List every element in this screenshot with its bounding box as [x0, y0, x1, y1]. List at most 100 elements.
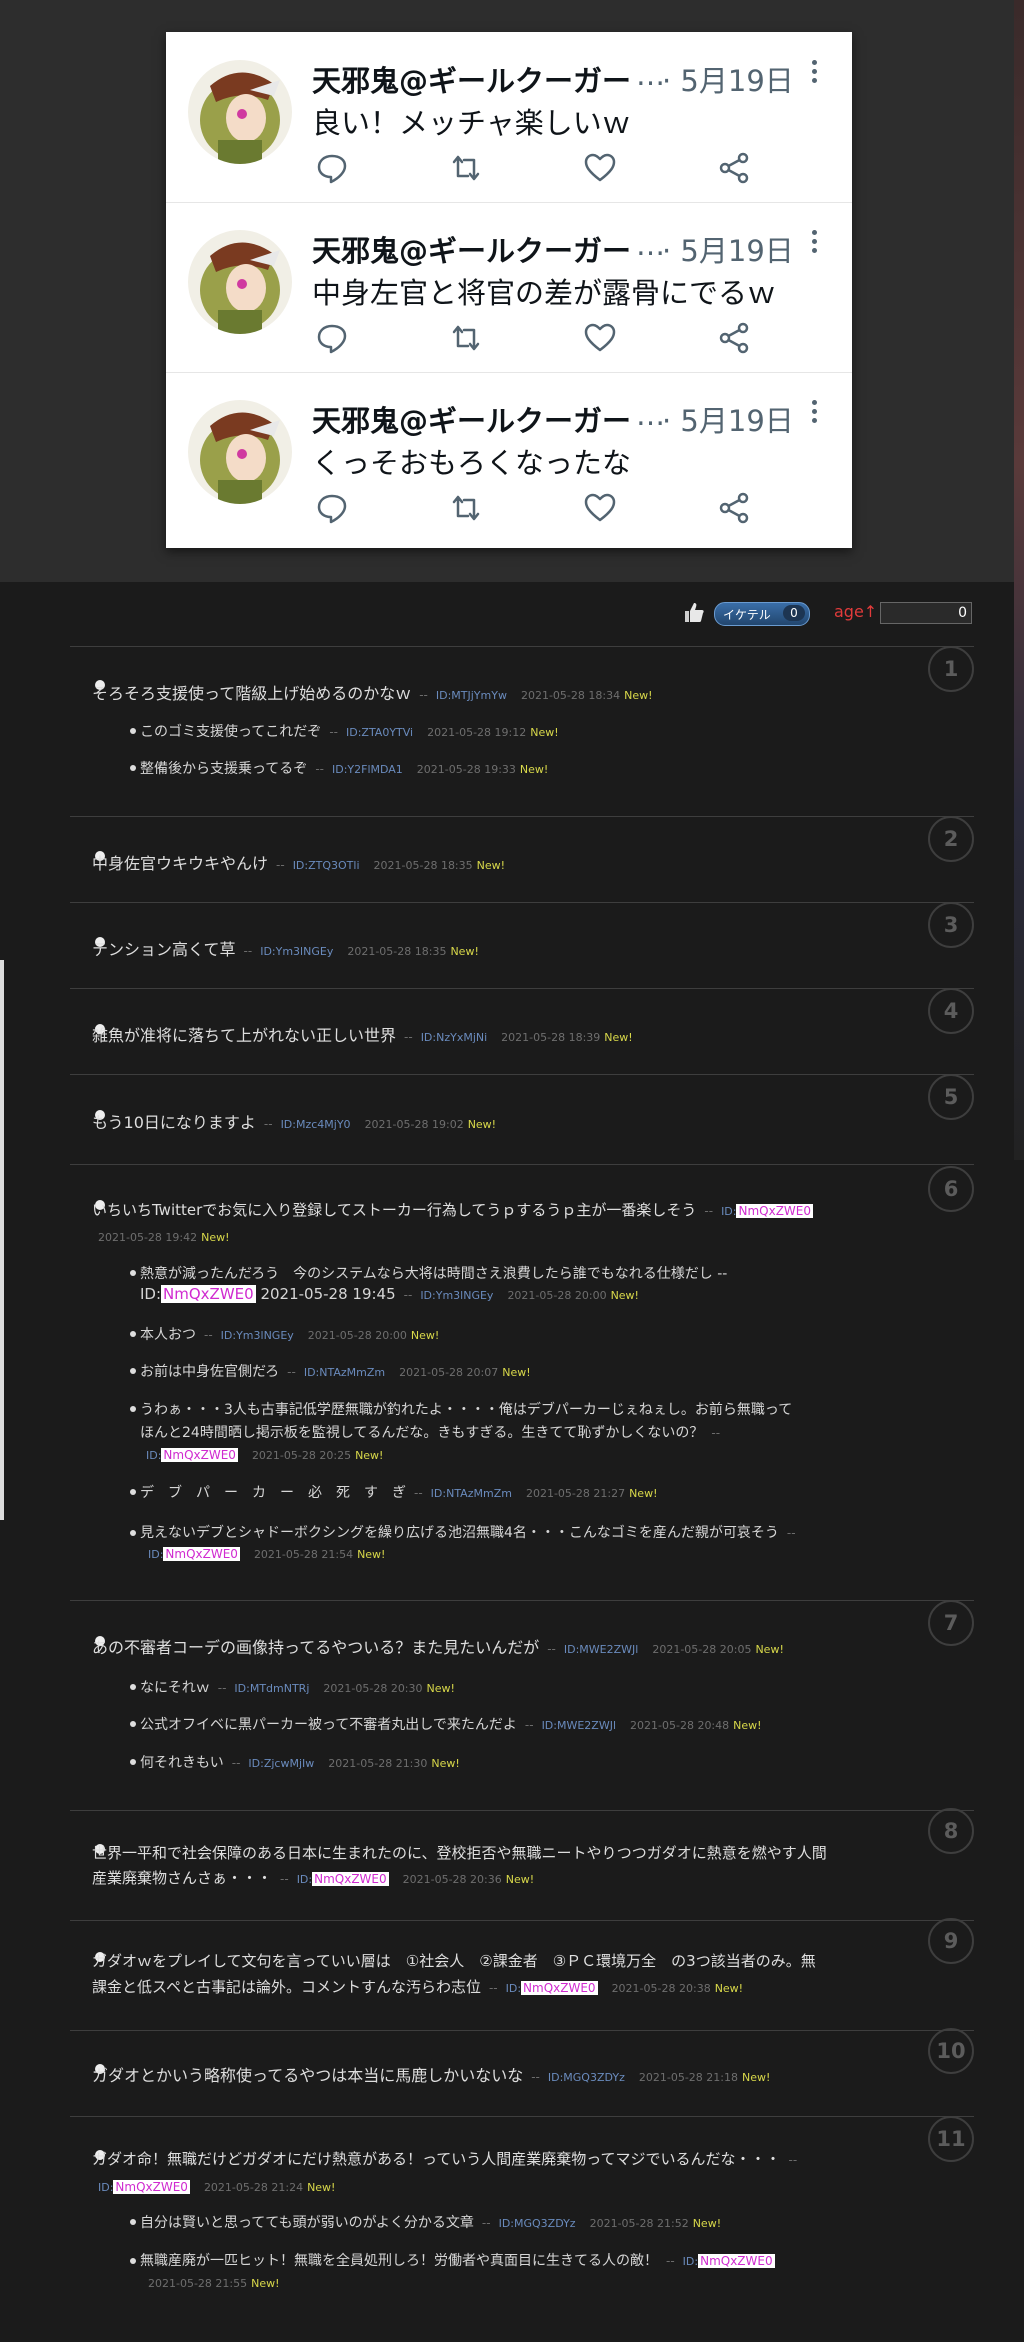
reply-id-prefix: ID: [682, 2255, 699, 2268]
comment-text: 課金と低スペと古事記は論外。コメントすんな汚らわ志位 [92, 1978, 481, 1996]
comment-text: あの不審者コーデの画像持ってるやついる？また見たいんだが [92, 1638, 540, 1657]
new-badge: New! [610, 1289, 639, 1302]
comment-number[interactable]: 3 [928, 902, 974, 948]
more-icon[interactable] [806, 396, 822, 436]
comment-id[interactable]: NmQxZWE0 [521, 1981, 598, 1995]
share-icon[interactable] [716, 320, 752, 356]
divider [70, 816, 974, 817]
tweet-author[interactable]: 天邪鬼@ギールクーガー [312, 58, 631, 100]
bullet [130, 1368, 136, 1374]
comment-id[interactable]: ID:Ym3lNGEy [260, 945, 333, 958]
reply-id[interactable]: ID:MGQ3ZDYz [499, 2217, 576, 2230]
reply-id[interactable]: NmQxZWE0 [698, 2254, 775, 2268]
avatar[interactable] [188, 230, 292, 334]
reply-id[interactable]: ID:Y2FlMDA1 [332, 763, 403, 776]
reply-id[interactable]: ID:ZTA0YTVi [346, 726, 413, 739]
comment: あの不審者コーデの画像持ってるやついる？また見たいんだが -- ID:MWE2ZWJ… [92, 1634, 784, 1658]
tweet-date[interactable]: · 5月19日 [662, 58, 794, 100]
divider [70, 1810, 974, 1811]
comment-number[interactable]: 1 [928, 646, 974, 692]
iketeru-button[interactable]: イケテル 0 [714, 602, 810, 626]
reply-id[interactable]: NmQxZWE0 [161, 1448, 238, 1462]
comment-number[interactable]: 11 [928, 2116, 974, 2162]
comment-date: 2021-05-28 19:02 [364, 1118, 464, 1131]
comment-number[interactable]: 9 [928, 1918, 974, 1964]
reply-meta: 2021-05-28 21:55 New! [148, 2275, 280, 2291]
comment-id[interactable]: ID:NzYxMjNi [421, 1031, 487, 1044]
avatar[interactable] [188, 60, 292, 164]
new-badge: New! [755, 1643, 784, 1656]
dash: -- [231, 1756, 241, 1770]
reply-id[interactable]: ID:Ym3lNGEy [420, 1289, 493, 1302]
reply-icon[interactable] [314, 320, 350, 356]
comment-id[interactable]: ID:Mzc4MjY0 [281, 1118, 351, 1131]
comment-id[interactable]: ID:ZTQ3OTli [293, 859, 360, 872]
tweet-date[interactable]: · 5月19日 [662, 228, 794, 270]
share-icon[interactable] [716, 150, 752, 186]
retweet-icon[interactable] [448, 490, 484, 526]
dash: -- [204, 1328, 213, 1342]
reply-date: 2021-05-28 20:25 [251, 1449, 352, 1462]
reply-meta: ID: NmQxZWE0 2021-05-28 21:54 New! [148, 1546, 385, 1562]
comment-date: 2021-05-28 20:36 [402, 1873, 502, 1886]
reply-icon[interactable] [314, 150, 350, 186]
comment-number[interactable]: 2 [928, 816, 974, 862]
avatar[interactable] [188, 400, 292, 504]
like-icon[interactable] [582, 320, 618, 356]
comment-continued: 産業廃棄物さんさぁ・・・ -- ID: NmQxZWE0 2021-05-28 20:3… [92, 1867, 534, 1888]
like-icon[interactable] [582, 150, 618, 186]
dash: -- [243, 944, 253, 958]
comment: 中身佐官ウキウキやんけ -- ID:ZTQ3OTli 2021-05-28 18:35… [92, 850, 505, 874]
reply: なにそれｗ -- ID:MTdmNTRj 2021-05-28 20:30 New! [140, 1677, 455, 1697]
quoted-id[interactable]: NmQxZWE0 [161, 1285, 256, 1303]
reply-date: 2021-05-28 19:33 [416, 763, 516, 776]
like-icon[interactable] [582, 490, 618, 526]
share-icon[interactable] [716, 490, 752, 526]
comment-continued: 課金と低スペと古事記は論外。コメントすんな汚らわ志位 -- ID: NmQxZWE0 2… [92, 1976, 743, 1997]
reply-id[interactable]: ID:MTdmNTRj [234, 1682, 309, 1695]
dash: -- [419, 688, 428, 702]
reply-id[interactable]: ID:NTAzMmZm [431, 1487, 512, 1500]
reply-id[interactable]: ID:ZjcwMjIw [248, 1757, 314, 1770]
comment-number[interactable]: 8 [928, 1808, 974, 1854]
retweet-icon[interactable] [448, 150, 484, 186]
comment-number[interactable]: 6 [928, 1166, 974, 1212]
comment-number[interactable]: 4 [928, 988, 974, 1034]
comment-id[interactable]: ID:MGQ3ZDYz [548, 2071, 625, 2084]
comment-meta: ID: NmQxZWE0 2021-05-28 21:24 New! [98, 2176, 335, 2195]
dash: -- [547, 1642, 556, 1656]
more-icon[interactable] [806, 56, 822, 96]
reply-id[interactable]: NmQxZWE0 [163, 1547, 240, 1561]
comment-id[interactable]: ID:MTJjYmYw [436, 689, 507, 702]
more-icon[interactable] [806, 226, 822, 266]
reply-id[interactable]: ID:NTAzMmZm [304, 1366, 385, 1379]
dash: -- [403, 1288, 413, 1302]
new-badge: New! [742, 2071, 771, 2084]
comment-number[interactable]: 10 [928, 2028, 974, 2074]
new-badge: New! [502, 1366, 531, 1379]
divider [70, 988, 974, 989]
comment-number[interactable]: 7 [928, 1600, 974, 1646]
new-badge: New! [307, 2181, 336, 2194]
new-badge: New! [692, 2217, 722, 2230]
comment-id[interactable]: NmQxZWE0 [312, 1872, 389, 1886]
reply-icon[interactable] [314, 490, 350, 526]
comment-id[interactable]: ID:MWE2ZWJl [564, 1643, 638, 1656]
tweet-author[interactable]: 天邪鬼@ギールクーガー [312, 398, 631, 440]
retweet-icon[interactable] [448, 320, 484, 356]
reply-text: 何それきもい [140, 1755, 224, 1771]
bullet [130, 765, 136, 771]
comment-text: 産業廃棄物さんさぁ・・・ [92, 1869, 273, 1887]
iketeru-label: イケテル [723, 608, 771, 622]
comment-id[interactable]: NmQxZWE0 [736, 1204, 813, 1218]
age-button[interactable]: age↑ [834, 602, 877, 621]
comment-number[interactable]: 5 [928, 1074, 974, 1120]
reply-id[interactable]: ID:MWE2ZWJl [542, 1719, 616, 1732]
tweet-date[interactable]: · 5月19日 [662, 398, 794, 440]
reply-id[interactable]: ID:Ym3lNGEy [221, 1329, 294, 1342]
tweet-author[interactable]: 天邪鬼@ギールクーガー [312, 228, 631, 270]
reply-text: 見えないデブとシャドーボクシングを繰り広げる池沼無職4名・・・こんなゴミを産んだ… [140, 1525, 779, 1541]
new-badge: New! [426, 1682, 455, 1695]
comment-id[interactable]: NmQxZWE0 [113, 2180, 190, 2194]
thumbs-up-icon[interactable] [682, 600, 706, 628]
